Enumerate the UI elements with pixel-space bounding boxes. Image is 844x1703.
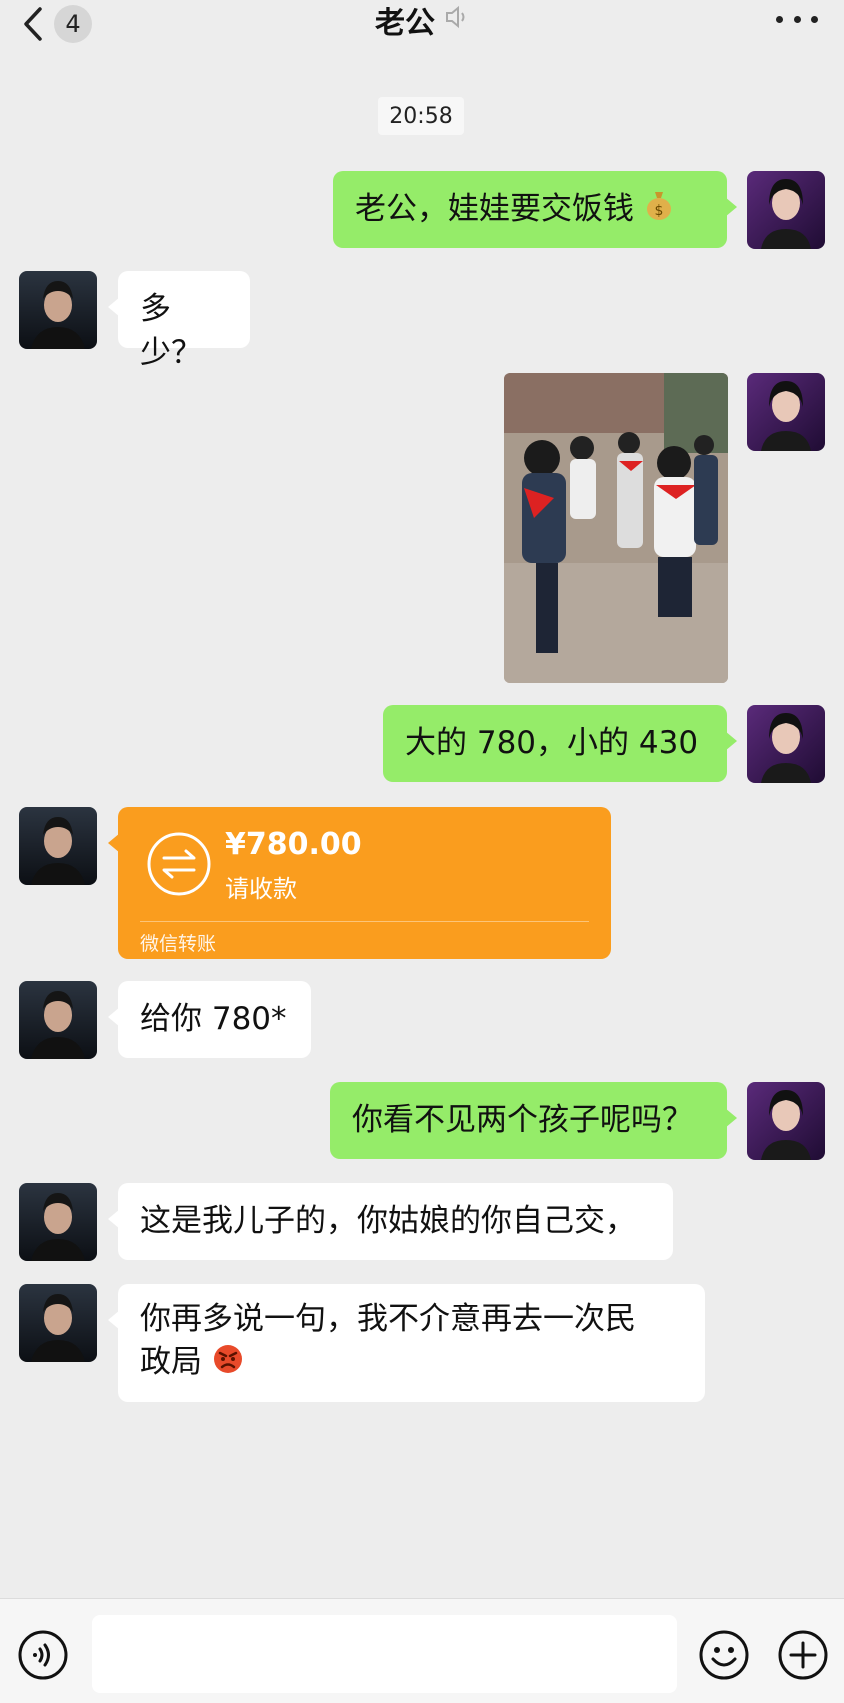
message-text-line: 你再多说一句，我不介意再去一次民: [140, 1301, 636, 1337]
smiley-icon[interactable]: [698, 1629, 750, 1681]
transfer-amount: ¥780.00: [225, 827, 362, 862]
my-avatar[interactable]: [747, 171, 825, 249]
chat-header: 4 老公: [0, 0, 844, 64]
wechat-transfer-card[interactable]: ¥780.00 请收款 微信转账: [108, 807, 611, 959]
my-avatar[interactable]: [747, 373, 825, 451]
more-options-button[interactable]: [776, 6, 818, 32]
message-bubble-outgoing[interactable]: 大的 780，小的 430: [383, 705, 737, 782]
message-bubble-outgoing[interactable]: 老公，娃娃要交饭钱 $: [333, 171, 737, 248]
input-bar: [0, 1598, 844, 1703]
angry-face-emoji-icon: [212, 1342, 244, 1386]
message-bubble-incoming[interactable]: 给你 780*: [108, 981, 311, 1058]
plus-icon[interactable]: [777, 1629, 829, 1681]
message-text: 这是我儿子的，你姑娘的你自己交，: [140, 1203, 636, 1239]
my-avatar[interactable]: [747, 705, 825, 783]
message-text: 大的 780，小的 430: [405, 725, 699, 761]
contact-avatar[interactable]: [19, 271, 97, 349]
contact-avatar[interactable]: [19, 1284, 97, 1362]
message-text: 多少？: [140, 291, 202, 371]
contact-avatar[interactable]: [19, 807, 97, 885]
transfer-label: 微信转账: [140, 933, 217, 955]
money-bag-emoji-icon: $: [644, 189, 674, 233]
my-avatar[interactable]: [747, 1082, 825, 1160]
chat-title-area: 老公: [0, 0, 844, 41]
ellipsis-icon: [776, 15, 783, 23]
message-timestamp: 20:58: [378, 97, 464, 135]
message-bubble-incoming[interactable]: 多少？: [108, 271, 250, 371]
message-text: 老公，娃娃要交饭钱: [355, 191, 634, 227]
chat-title: 老公: [375, 6, 435, 41]
contact-avatar[interactable]: [19, 981, 97, 1059]
message-bubble-outgoing[interactable]: 你看不见两个孩子呢吗？: [330, 1082, 737, 1159]
message-input[interactable]: [92, 1615, 677, 1693]
photo-image-icon: [504, 373, 728, 683]
voice-icon[interactable]: [17, 1629, 69, 1681]
message-bubble-incoming[interactable]: 你再多说一句，我不介意再去一次民 政局: [108, 1284, 705, 1402]
message-text-line: 政局: [140, 1344, 202, 1380]
message-text: 你看不见两个孩子呢吗？: [352, 1102, 693, 1138]
muted-speaker-icon: [443, 3, 469, 38]
svg-text:$: $: [654, 203, 663, 219]
message-text: 给你 780*: [140, 1001, 287, 1037]
contact-avatar[interactable]: [19, 1183, 97, 1261]
transfer-arrows-icon: [147, 832, 211, 896]
image-message[interactable]: [504, 373, 728, 683]
transfer-divider: [140, 921, 589, 922]
transfer-status: 请收款: [225, 875, 297, 903]
message-bubble-incoming[interactable]: 这是我儿子的，你姑娘的你自己交，: [108, 1183, 673, 1260]
